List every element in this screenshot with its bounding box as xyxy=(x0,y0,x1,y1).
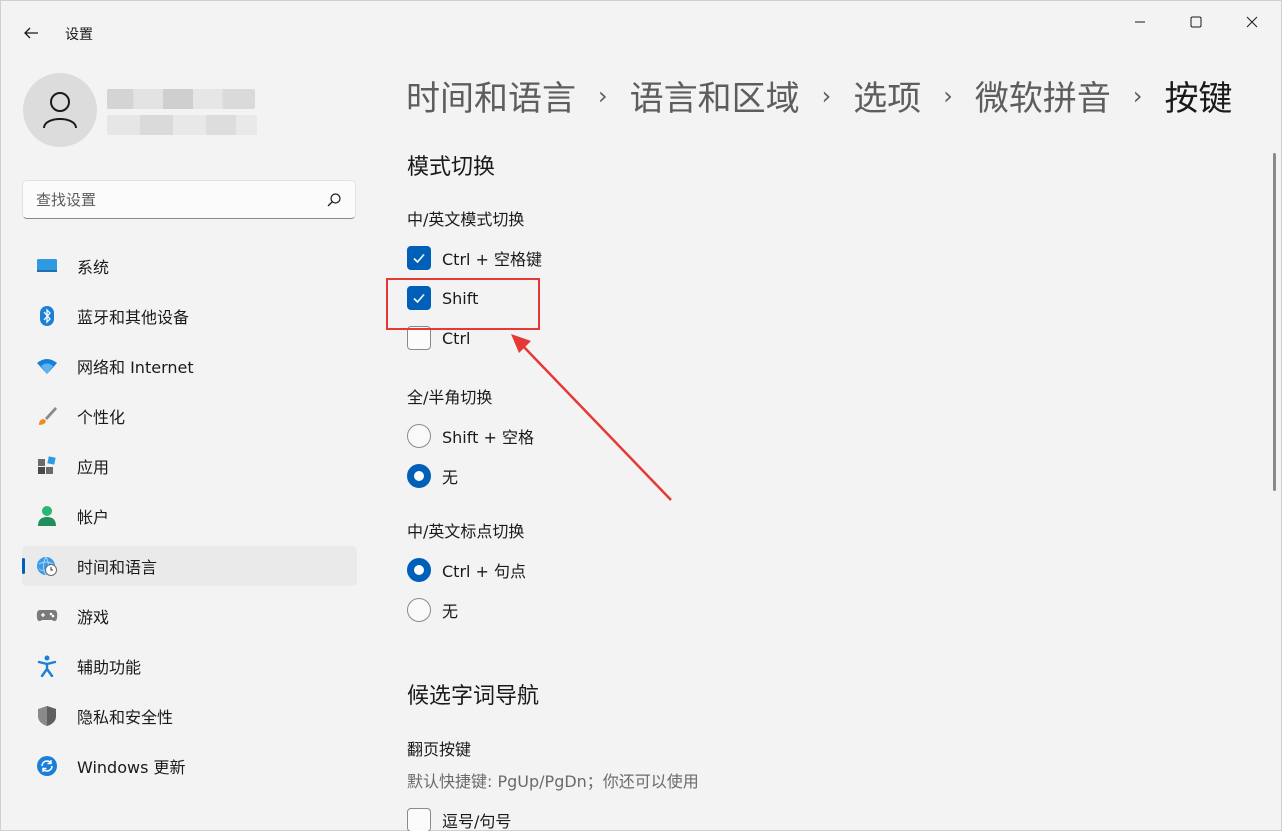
minimize-button[interactable] xyxy=(1117,7,1163,37)
radio-label: 无 xyxy=(442,602,459,621)
radio-dot xyxy=(414,471,424,481)
update-icon xyxy=(36,755,58,777)
chevron-right-icon: › xyxy=(598,81,608,110)
group-label-punctuation: 中/英文标点切换 xyxy=(407,522,525,541)
checkbox-label: 逗号/句号 xyxy=(442,812,512,831)
scrollbar-thumb[interactable] xyxy=(1273,153,1276,491)
sidebar-item-bluetooth[interactable]: 蓝牙和其他设备 xyxy=(22,296,357,336)
sidebar-item-label: 游戏 xyxy=(77,608,110,627)
page-keys-help-text: 默认快捷键: PgUp/PgDn；你还可以使用 xyxy=(407,772,699,791)
search-input[interactable] xyxy=(23,181,303,218)
sidebar-item-privacy[interactable]: 隐私和安全性 xyxy=(22,696,357,736)
sidebar-item-label: 蓝牙和其他设备 xyxy=(77,308,190,327)
close-icon xyxy=(1246,16,1258,28)
sidebar-item-label: 网络和 Internet xyxy=(77,358,194,377)
radio-none-full-half[interactable]: 无 xyxy=(407,463,458,489)
user-icon xyxy=(43,92,77,129)
radio-selected[interactable] xyxy=(407,558,431,582)
apps-icon xyxy=(36,455,58,477)
radio-dot xyxy=(414,565,424,575)
search-box[interactable] xyxy=(22,180,356,219)
account-icon xyxy=(36,505,58,527)
close-button[interactable] xyxy=(1229,7,1275,37)
wifi-icon xyxy=(36,355,58,377)
section-title-candidate-nav: 候选字词导航 xyxy=(407,684,540,709)
breadcrumb-item[interactable]: 语言和区域 xyxy=(630,71,800,120)
sidebar-item-windows-update[interactable]: Windows 更新 xyxy=(22,746,357,786)
radio-label: 无 xyxy=(442,468,459,487)
gamepad-icon xyxy=(36,605,58,627)
redacted-user-email xyxy=(107,115,257,135)
shield-icon xyxy=(36,705,58,727)
app-title: 设置 xyxy=(65,27,93,43)
maximize-icon xyxy=(1190,16,1202,28)
accessibility-icon xyxy=(36,655,58,677)
sidebar-item-label: Windows 更新 xyxy=(77,758,186,777)
radio-label: Shift + 空格 xyxy=(442,428,534,447)
sidebar-item-personalization[interactable]: 个性化 xyxy=(22,396,357,436)
maximize-button[interactable] xyxy=(1173,7,1219,37)
sidebar-item-accessibility[interactable]: 辅助功能 xyxy=(22,646,357,686)
avatar[interactable] xyxy=(23,73,97,147)
brush-icon xyxy=(36,405,58,427)
system-display-icon xyxy=(36,255,58,277)
chevron-right-icon: › xyxy=(821,81,832,110)
radio-unselected[interactable] xyxy=(407,424,431,448)
checkbox-unchecked[interactable] xyxy=(407,808,431,831)
minimize-icon xyxy=(1135,21,1145,23)
group-label-full-half-width: 全/半角切换 xyxy=(407,388,493,407)
sidebar-item-label: 隐私和安全性 xyxy=(77,708,174,727)
radio-ctrl-period[interactable]: Ctrl + 句点 xyxy=(407,557,526,583)
chevron-right-icon: › xyxy=(943,81,953,110)
sidebar-nav: 系统 蓝牙和其他设备 网络和 Internet 个性化 应用 帐户 时间和语言 … xyxy=(22,246,357,796)
title-bar: 设置 xyxy=(1,1,1281,45)
checkbox-checked[interactable] xyxy=(407,246,431,270)
breadcrumb-item[interactable]: 选项 xyxy=(853,71,921,120)
sidebar-item-label: 时间和语言 xyxy=(77,558,158,577)
radio-unselected[interactable] xyxy=(407,598,431,622)
breadcrumb: 时间和语言 › 语言和区域 › 选项 › 微软拼音 › 按键 xyxy=(406,71,1232,120)
checkbox-label: Ctrl xyxy=(442,328,471,348)
breadcrumb-item[interactable]: 时间和语言 xyxy=(406,71,576,120)
checkbox-ctrl-space[interactable]: Ctrl + 空格键 xyxy=(407,245,542,271)
group-label-cn-en-mode: 中/英文模式切换 xyxy=(407,210,525,229)
sidebar-item-label: 个性化 xyxy=(77,408,126,427)
sidebar-item-apps[interactable]: 应用 xyxy=(22,446,357,486)
radio-none-punctuation[interactable]: 无 xyxy=(407,597,458,623)
annotation-highlight-box xyxy=(386,278,540,330)
redacted-user-name xyxy=(107,89,255,109)
checkbox-comma-period[interactable]: 逗号/句号 xyxy=(407,807,511,831)
search-icon[interactable] xyxy=(326,192,342,208)
sidebar-item-accounts[interactable]: 帐户 xyxy=(22,496,357,536)
sidebar-item-system[interactable]: 系统 xyxy=(22,246,357,286)
sidebar-item-label: 应用 xyxy=(77,458,110,477)
bluetooth-icon xyxy=(36,305,58,327)
back-button[interactable] xyxy=(17,19,45,47)
arrow-left-icon xyxy=(24,27,38,39)
radio-selected[interactable] xyxy=(407,464,431,488)
checkbox-label: Ctrl + 空格键 xyxy=(442,250,543,269)
sidebar-item-label: 帐户 xyxy=(77,508,110,527)
sidebar-item-network[interactable]: 网络和 Internet xyxy=(22,346,357,386)
checkmark-icon xyxy=(413,253,425,264)
sidebar-item-label: 系统 xyxy=(77,258,110,277)
breadcrumb-current-page: 按键 xyxy=(1164,79,1233,119)
breadcrumb-item[interactable]: 微软拼音 xyxy=(975,71,1111,120)
radio-label: Ctrl + 句点 xyxy=(442,562,527,581)
chevron-right-icon: › xyxy=(1132,81,1143,110)
sidebar-item-label: 辅助功能 xyxy=(77,658,142,677)
group-label-page-keys: 翻页按键 xyxy=(407,740,472,759)
sidebar-item-gaming[interactable]: 游戏 xyxy=(22,596,357,636)
section-title-mode-switch: 模式切换 xyxy=(407,155,496,180)
globe-clock-icon xyxy=(36,555,58,577)
radio-shift-space[interactable]: Shift + 空格 xyxy=(407,423,534,449)
sidebar-item-time-language[interactable]: 时间和语言 xyxy=(22,546,357,586)
